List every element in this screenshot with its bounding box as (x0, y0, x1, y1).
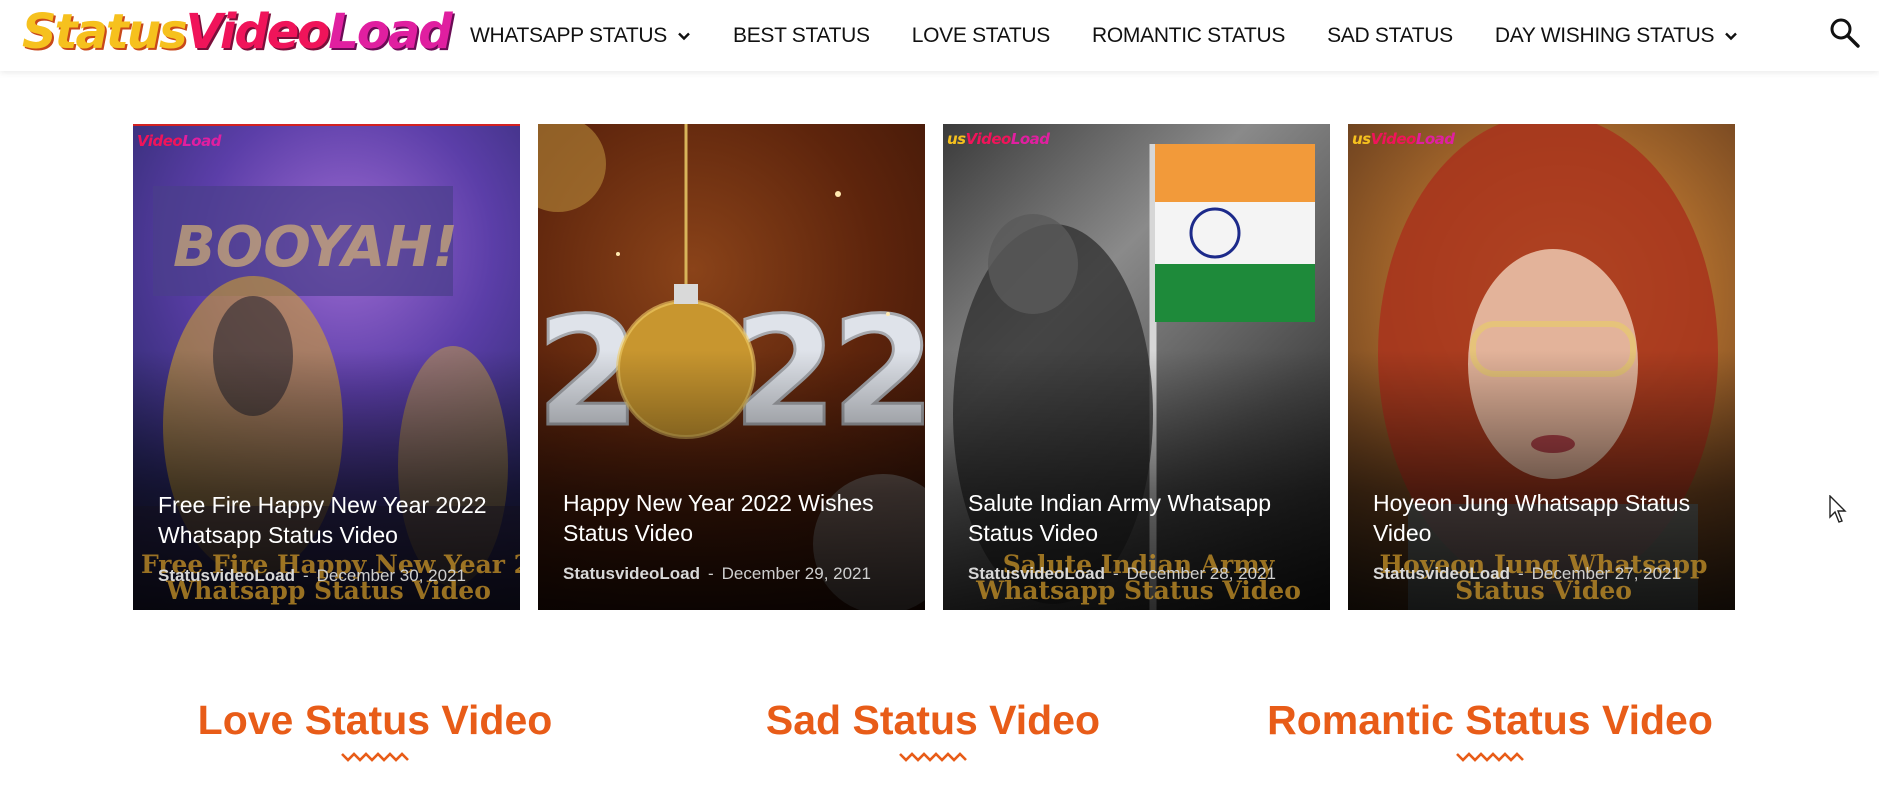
post-meta: StatusvideoLoad - December 27, 2021 (1373, 564, 1681, 584)
squiggle-divider-icon (1456, 752, 1524, 762)
thumbnail-watermark: VideoLoad (137, 132, 221, 150)
squiggle-divider-icon (899, 752, 967, 762)
post-meta: StatusvideoLoad - December 28, 2021 (968, 564, 1276, 584)
featured-post-card[interactable]: usVideoLoad Salute Indian Army Whatsapp … (943, 124, 1330, 610)
post-date: December 28, 2021 (1126, 564, 1276, 583)
nav-item-best-status[interactable]: BEST STATUS (733, 24, 870, 48)
thumbnail-watermark: usVideoLoad (1352, 130, 1455, 148)
nav-item-label: LOVE STATUS (911, 23, 1051, 47)
section-title[interactable]: Sad Status Video (733, 697, 1133, 744)
featured-post-card[interactable]: usVideoLoad Hoyeon Jung Whatsapp Status … (1348, 124, 1735, 610)
meta-separator: - (302, 566, 309, 585)
site-logo[interactable]: Status Video Load (22, 2, 453, 62)
nav-item-label: WHATSAPP STATUS (470, 23, 667, 47)
thumbnail-watermark: usVideoLoad (947, 130, 1050, 148)
post-meta: StatusvideoLoad - December 29, 2021 (563, 564, 871, 584)
main-nav: WHATSAPP STATUS BEST STATUS LOVE STATUS … (470, 0, 1780, 71)
section-title[interactable]: Romantic Status Video (1240, 697, 1740, 744)
post-meta: StatusvideoLoad - December 30, 2021 (158, 566, 466, 586)
nav-item-sad-status[interactable]: SAD STATUS (1327, 24, 1453, 48)
post-title[interactable]: Happy New Year 2022 Wishes Status Video (563, 488, 905, 548)
section-title[interactable]: Love Status Video (175, 697, 575, 744)
section-love-status: Love Status Video (175, 697, 575, 764)
post-date: December 30, 2021 (316, 566, 466, 585)
post-author[interactable]: StatusvideoLoad (158, 566, 295, 585)
post-author[interactable]: StatusvideoLoad (563, 564, 700, 583)
section-sad-status: Sad Status Video (733, 697, 1133, 764)
post-date: December 27, 2021 (1531, 564, 1681, 583)
featured-post-card[interactable]: BOOYAH! VideoLoad Free Fire Happy New Ye… (133, 124, 520, 610)
nav-item-whatsapp-status[interactable]: WHATSAPP STATUS (470, 24, 691, 48)
post-title[interactable]: Salute Indian Army Whatsapp Status Video (968, 488, 1310, 548)
logo-word-load: Load (328, 4, 452, 60)
section-romantic-status: Romantic Status Video (1240, 697, 1740, 764)
squiggle-divider-icon (341, 752, 409, 762)
meta-separator: - (1112, 564, 1119, 583)
featured-posts: BOOYAH! VideoLoad Free Fire Happy New Ye… (133, 124, 1735, 610)
search-icon[interactable] (1828, 16, 1862, 50)
post-author[interactable]: StatusvideoLoad (1373, 564, 1510, 583)
chevron-down-icon (1725, 32, 1738, 40)
site-header: Status Video Load WHATSAPP STATUS BEST STA… (0, 0, 1879, 71)
logo-word-video: Video (185, 4, 331, 60)
meta-separator: - (1517, 564, 1524, 583)
logo-word-status: Status (22, 4, 188, 60)
featured-post-card[interactable]: 2022 Happy New Year 2022 Wishes Status V… (538, 124, 925, 610)
meta-separator: - (707, 564, 714, 583)
mouse-cursor-icon (1829, 495, 1847, 523)
post-title[interactable]: Free Fire Happy New Year 2022 Whatsapp S… (158, 490, 500, 550)
nav-item-love-status[interactable]: LOVE STATUS (911, 23, 1051, 48)
nav-item-label: BEST STATUS (732, 23, 870, 47)
nav-item-romantic-status[interactable]: ROMANTIC STATUS (1092, 24, 1285, 48)
chevron-down-icon (678, 32, 690, 40)
nav-item-label: SAD STATUS (1327, 23, 1453, 47)
post-author[interactable]: StatusvideoLoad (968, 564, 1105, 583)
nav-item-label: DAY WISHING STATUS (1494, 23, 1715, 47)
post-date: December 29, 2021 (721, 564, 871, 583)
nav-item-label: ROMANTIC STATUS (1092, 23, 1286, 47)
nav-item-day-wishing-status[interactable]: DAY WISHING STATUS (1495, 24, 1738, 48)
svg-text:BOOYAH!: BOOYAH! (173, 215, 458, 280)
post-title[interactable]: Hoyeon Jung Whatsapp Status Video (1373, 488, 1715, 548)
